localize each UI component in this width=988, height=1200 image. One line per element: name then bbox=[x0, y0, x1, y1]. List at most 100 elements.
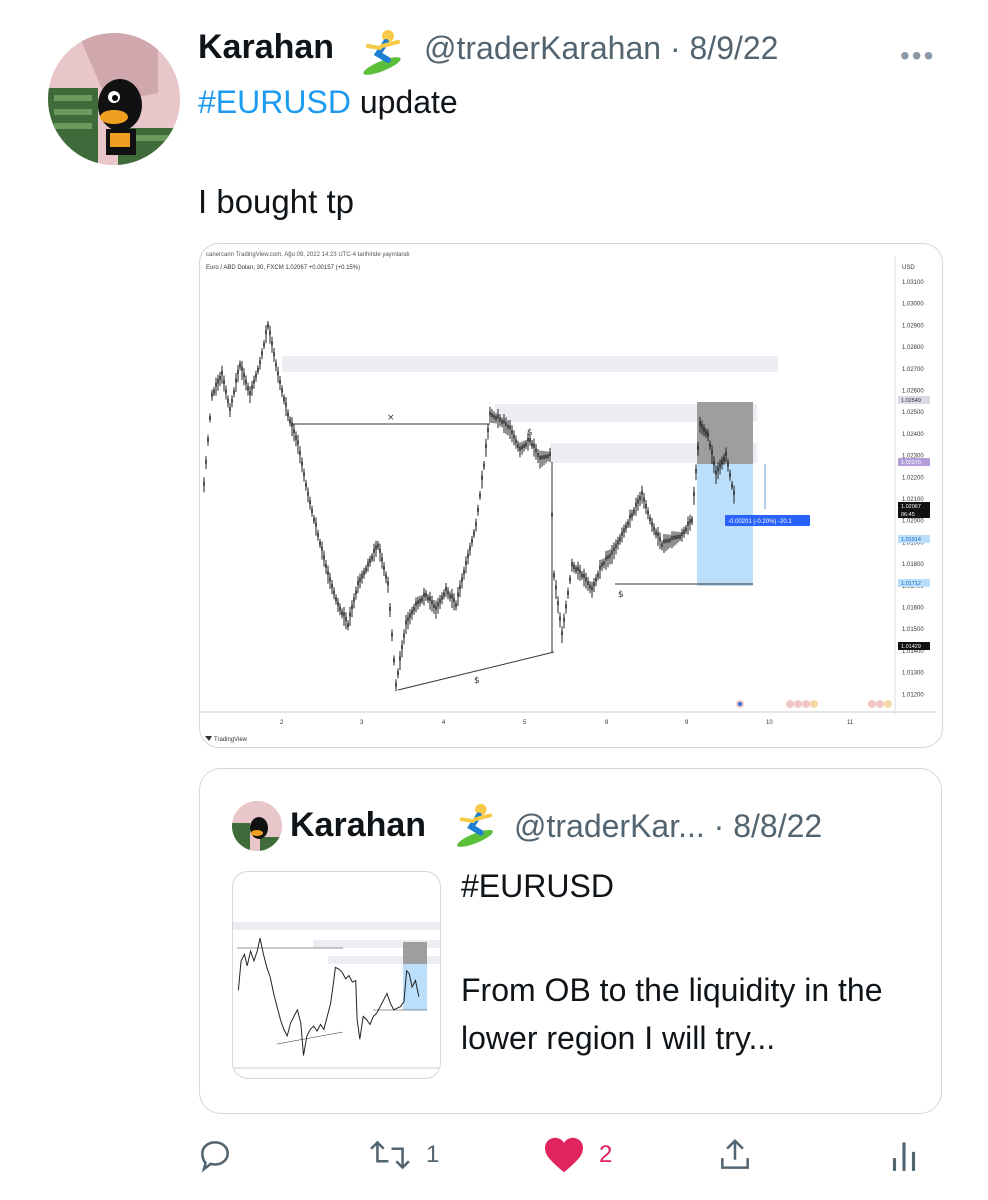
candle-body bbox=[341, 611, 343, 616]
quoted-author-handle-and-date[interactable]: @traderKar... · 8/8/22 bbox=[514, 808, 822, 845]
quoted-date: 8/8/22 bbox=[733, 808, 823, 844]
candle-body bbox=[371, 555, 373, 560]
analytics-button[interactable] bbox=[888, 1135, 920, 1175]
reply-button[interactable] bbox=[196, 1135, 248, 1175]
candle-body bbox=[647, 510, 649, 515]
candle-body bbox=[525, 442, 527, 447]
candle-body bbox=[449, 594, 451, 599]
tradingview-chart: canercann TradingView.com, Ağu 09, 2022 … bbox=[200, 252, 935, 743]
candle-body bbox=[601, 562, 603, 567]
candle-body bbox=[351, 605, 353, 610]
candle-body bbox=[597, 573, 599, 578]
candle-body bbox=[725, 451, 727, 456]
marker-dollar-2: $ bbox=[474, 676, 480, 686]
candle-body bbox=[635, 502, 637, 507]
candle-body bbox=[637, 499, 639, 504]
candle-body bbox=[641, 490, 643, 495]
like-button[interactable]: 2 bbox=[543, 1135, 612, 1175]
tweet-media-chart[interactable]: canercann TradingView.com, Ağu 09, 2022 … bbox=[199, 243, 943, 748]
author-name[interactable]: Karahan bbox=[198, 28, 334, 67]
quoted-media-thumbnail[interactable] bbox=[232, 871, 441, 1079]
retweet-count: 1 bbox=[426, 1141, 440, 1168]
price-level-label: 1.01200 bbox=[902, 692, 924, 698]
candle-body bbox=[499, 417, 501, 422]
candle-body bbox=[625, 524, 627, 529]
price-tag-label: 1.01712 bbox=[901, 581, 921, 587]
candle-body bbox=[373, 548, 375, 553]
candle-body bbox=[467, 553, 469, 558]
candle-body bbox=[715, 470, 717, 475]
candle-body bbox=[617, 540, 619, 545]
candle-body bbox=[407, 617, 409, 622]
candle-body bbox=[481, 475, 483, 480]
candle-body bbox=[241, 366, 243, 371]
candle-body bbox=[419, 598, 421, 603]
candle-body bbox=[437, 602, 439, 607]
more-options-icon[interactable]: ••• bbox=[900, 40, 935, 72]
candle-body bbox=[377, 543, 379, 548]
candle-body bbox=[575, 567, 577, 572]
candle-body bbox=[657, 532, 659, 537]
candle-body bbox=[261, 351, 263, 356]
candle-body bbox=[457, 592, 459, 597]
candle-body bbox=[403, 633, 405, 638]
candle-body bbox=[455, 603, 457, 608]
candle-body bbox=[529, 437, 531, 442]
candle-body bbox=[231, 398, 233, 403]
candle-body bbox=[711, 450, 713, 455]
author-avatar[interactable] bbox=[48, 33, 180, 165]
reply-icon bbox=[201, 1141, 229, 1173]
candle-body bbox=[543, 455, 545, 459]
candle-body bbox=[489, 411, 491, 416]
candle-body bbox=[689, 519, 691, 524]
candle-body bbox=[319, 541, 321, 546]
candle-body bbox=[397, 671, 399, 676]
candle-body bbox=[621, 531, 623, 536]
candle-body bbox=[375, 545, 377, 550]
candle-body bbox=[673, 535, 675, 540]
candle-body bbox=[421, 597, 423, 602]
candle-body bbox=[587, 581, 589, 585]
candle-body bbox=[381, 557, 383, 562]
candle-body bbox=[619, 536, 621, 541]
price-level-label: 1.02000 bbox=[902, 519, 924, 525]
candle-body bbox=[307, 491, 309, 496]
candle-body bbox=[401, 645, 403, 650]
candle-body bbox=[303, 472, 305, 477]
candle-body bbox=[555, 585, 557, 590]
candle-body bbox=[327, 570, 329, 575]
candle-body bbox=[215, 382, 217, 387]
surfer-emoji-icon bbox=[358, 26, 408, 76]
candle-body bbox=[583, 573, 585, 578]
candle-body bbox=[281, 388, 283, 393]
price-tag-label: 06:45 bbox=[901, 512, 915, 518]
candle-body bbox=[389, 607, 391, 611]
candle-body bbox=[653, 526, 655, 531]
candle-body bbox=[323, 555, 325, 560]
candle-body bbox=[335, 597, 337, 602]
candle-body bbox=[533, 443, 535, 448]
candle-body bbox=[687, 521, 689, 526]
share-button[interactable] bbox=[716, 1135, 754, 1175]
candle-body bbox=[461, 577, 463, 582]
candle-body bbox=[535, 448, 537, 453]
candle-body bbox=[695, 468, 697, 473]
time-tick-label: 9 bbox=[685, 720, 689, 726]
candle-body bbox=[471, 538, 473, 543]
quoted-author-name[interactable]: Karahan bbox=[290, 806, 426, 845]
author-handle-and-date[interactable]: @traderKarahan · 8/9/22 bbox=[424, 30, 778, 67]
candle-body bbox=[691, 518, 693, 523]
candle-body bbox=[709, 443, 711, 448]
hashtag-link[interactable]: #EURUSD bbox=[198, 84, 351, 120]
quoted-author-avatar[interactable] bbox=[232, 801, 282, 851]
candle-body bbox=[643, 497, 645, 502]
candle-body bbox=[485, 444, 487, 449]
tradingview-footer: TradingView bbox=[214, 737, 248, 743]
candle-body bbox=[733, 490, 735, 495]
candle-body bbox=[337, 602, 339, 606]
retweet-button[interactable]: 1 bbox=[368, 1135, 439, 1175]
time-tick-label: 3 bbox=[360, 720, 364, 726]
currency-label: USD bbox=[902, 265, 915, 271]
price-level-label: 1.02700 bbox=[902, 367, 924, 373]
candle-body bbox=[257, 367, 259, 372]
